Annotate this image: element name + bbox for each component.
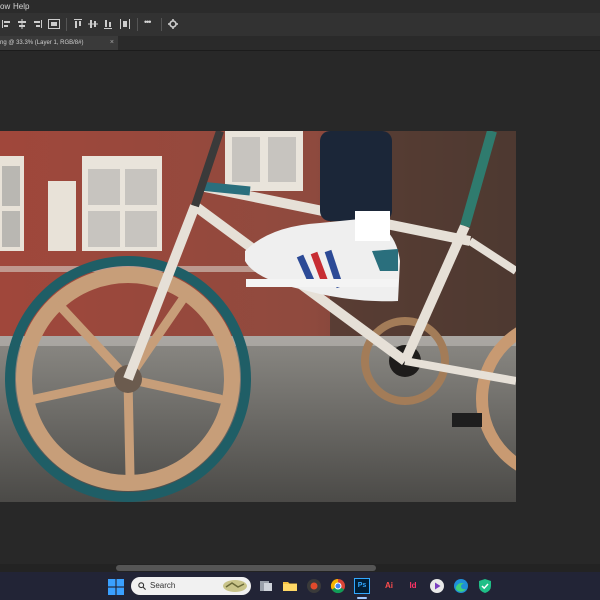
align-top-edges-icon[interactable] [73,19,83,29]
indesign-icon[interactable]: Id [405,578,421,594]
close-icon[interactable]: × [110,36,114,50]
distribute-icon[interactable] [48,19,60,29]
edge-icon[interactable] [453,578,469,594]
search-placeholder: Search [150,581,176,590]
distribute-spacing-icon[interactable] [120,19,130,29]
align-right-edges-icon[interactable] [32,19,42,29]
align-bottom-edges-icon[interactable] [103,19,113,29]
file-explorer-icon[interactable] [282,578,298,594]
options-bar: ••• [0,13,600,37]
taskbar: Search Ps Ai Id [0,572,600,600]
gear-icon[interactable] [168,19,178,29]
menu-view[interactable]: ow [0,0,10,13]
document-tab-label: ng @ 33.3% (Layer 1, RGB/8#) [0,40,84,46]
search-icon [138,582,146,590]
more-options-button[interactable]: ••• [144,17,152,27]
align-left-edges-icon[interactable] [2,19,12,29]
separator [66,18,67,31]
separator [161,18,162,31]
canvas-area[interactable] [0,51,600,564]
active-app-indicator [357,597,367,599]
document-image[interactable] [0,131,516,502]
align-horizontal-centers-icon[interactable] [17,19,27,29]
taskbar-search[interactable]: Search [131,577,251,595]
menu-bar: ow Help [0,0,600,13]
illustrator-icon[interactable]: Ai [381,578,397,594]
horizontal-scrollbar[interactable] [0,564,600,572]
chrome-icon[interactable] [330,578,346,594]
scrollbar-thumb[interactable] [116,565,376,571]
document-tab-bar: ng @ 33.3% (Layer 1, RGB/8#) × [0,36,600,51]
menu-help[interactable]: Help [13,0,29,13]
separator [137,18,138,31]
align-vertical-centers-icon[interactable] [88,19,98,29]
start-icon[interactable] [108,579,124,595]
search-highlight-icon [223,580,247,592]
bmx-bike-photo [0,131,516,502]
photoshop-icon[interactable]: Ps [354,578,370,594]
app-icon-dark[interactable] [306,578,322,594]
security-shield-icon[interactable] [477,578,493,594]
document-tab[interactable]: ng @ 33.3% (Layer 1, RGB/8#) × [0,36,118,50]
task-view-icon[interactable] [258,578,274,594]
media-player-icon[interactable] [429,578,445,594]
